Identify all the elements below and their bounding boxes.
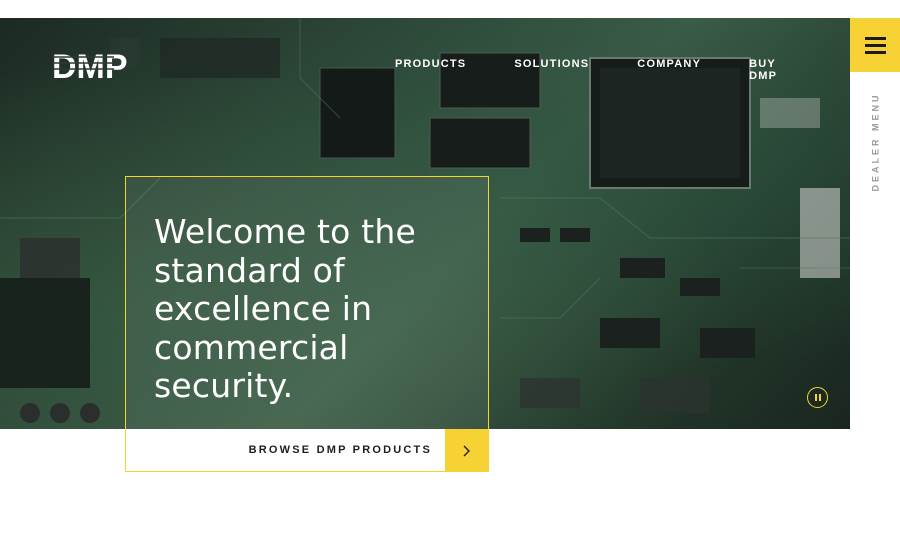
browse-products-label: BROWSE DMP PRODUCTS	[248, 444, 432, 456]
dmp-logo-text: DMP	[52, 48, 128, 84]
dealer-menu-button[interactable]: DEALER MENU	[850, 72, 900, 212]
browse-products-button[interactable]: BROWSE DMP PRODUCTS	[125, 429, 489, 472]
pause-icon	[814, 394, 817, 401]
chevron-right-icon	[463, 445, 470, 456]
hamburger-icon	[864, 36, 886, 40]
nav-products[interactable]: PRODUCTS	[395, 58, 466, 82]
main-nav: PRODUCTS SOLUTIONS COMPANY BUY DMP	[395, 58, 850, 82]
hero-background: DMP PRODUCTS SOLUTIONS COMPANY BUY DMP W…	[0, 18, 850, 429]
welcome-panel: Welcome to the standard of excellence in…	[125, 176, 489, 429]
menu-button[interactable]	[850, 18, 900, 72]
dmp-logo-mark: DMP	[52, 48, 128, 86]
nav-solutions[interactable]: SOLUTIONS	[514, 58, 589, 82]
nav-company[interactable]: COMPANY	[637, 58, 701, 82]
hero-headline: Welcome to the standard of excellence in…	[154, 212, 417, 405]
browse-arrow-box	[445, 429, 488, 472]
nav-buy-dmp[interactable]: BUY DMP	[749, 58, 802, 82]
pause-button[interactable]	[807, 387, 828, 408]
dealer-menu-label: DEALER MENU	[870, 92, 881, 192]
dmp-logo[interactable]: DMP	[52, 48, 152, 89]
